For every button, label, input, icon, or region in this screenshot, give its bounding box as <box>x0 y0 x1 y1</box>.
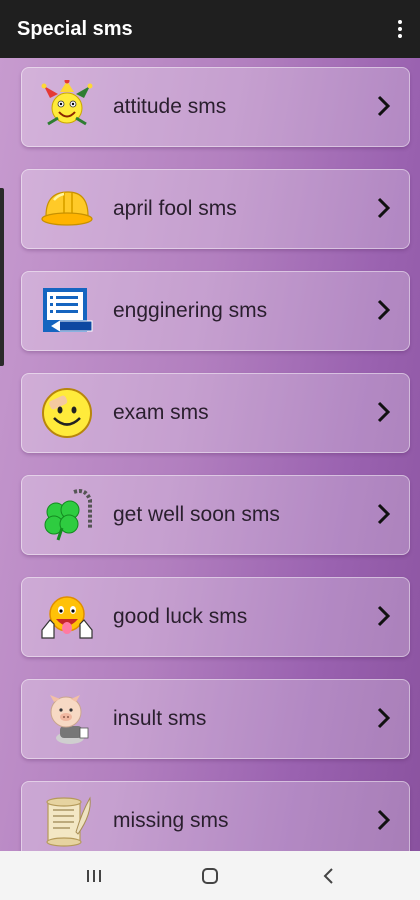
list-item-label: get well soon sms <box>113 503 280 526</box>
document-pencil-icon <box>43 288 93 332</box>
bandaged-smiley-icon <box>42 388 92 438</box>
chevron-right-icon <box>377 197 391 219</box>
overflow-menu-icon[interactable] <box>390 14 410 44</box>
chevron-right-icon <box>377 401 391 423</box>
recent-apps-icon[interactable] <box>82 865 106 887</box>
list-item-april-fool[interactable]: april fool sms <box>21 169 410 249</box>
list-item-label: exam sms <box>113 401 209 424</box>
list-item-engginering[interactable]: engginering sms <box>21 271 410 351</box>
chevron-right-icon <box>377 707 391 729</box>
scroll-quill-icon <box>46 796 91 847</box>
list-item-label: attitude sms <box>113 95 227 118</box>
thumbs-up-smiley-icon <box>41 596 93 639</box>
chevron-right-icon <box>377 503 391 525</box>
list-item-insult[interactable]: insult sms <box>21 679 410 759</box>
chevron-right-icon <box>377 809 391 831</box>
app-bar: Special sms <box>0 0 420 58</box>
chevron-right-icon <box>377 605 391 627</box>
list-item-good-luck[interactable]: good luck sms <box>21 577 410 657</box>
jester-smiley-icon <box>41 80 93 126</box>
system-navigation-bar <box>0 851 420 900</box>
list-item-label: missing sms <box>113 809 229 832</box>
clover-card-icon <box>44 489 92 541</box>
back-icon[interactable] <box>317 865 341 887</box>
chevron-right-icon <box>377 299 391 321</box>
list-item-missing[interactable]: missing sms <box>21 781 410 851</box>
list-item-attitude[interactable]: attitude sms <box>21 67 410 147</box>
list-item-label: engginering sms <box>113 299 268 322</box>
chevron-right-icon <box>377 95 391 117</box>
app-title: Special sms <box>17 18 133 40</box>
list-item-label: insult sms <box>113 707 207 730</box>
cartoon-pig-icon <box>50 695 89 744</box>
hard-hat-icon <box>41 191 93 226</box>
list-item-exam[interactable]: exam sms <box>21 373 410 453</box>
list-item-label: april fool sms <box>113 197 237 220</box>
scroll-indicator <box>0 188 4 366</box>
home-icon[interactable] <box>198 865 222 887</box>
list-item-label: good luck sms <box>113 605 248 628</box>
sms-category-list: attitude sms april fool sms engginering … <box>0 58 420 851</box>
list-item-get-well-soon[interactable]: get well soon sms <box>21 475 410 555</box>
